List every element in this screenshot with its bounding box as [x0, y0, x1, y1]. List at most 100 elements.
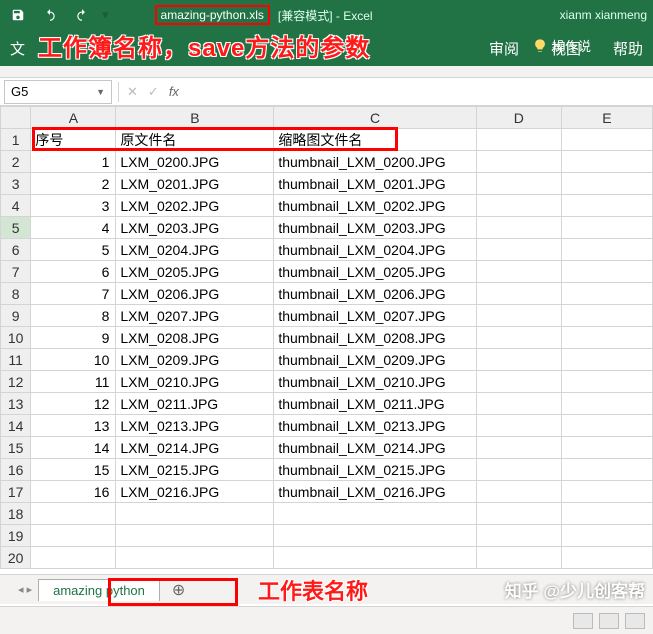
cell[interactable]: [31, 503, 116, 525]
cell[interactable]: [476, 393, 561, 415]
cell[interactable]: [476, 349, 561, 371]
row-header[interactable]: 1: [1, 129, 31, 151]
cell[interactable]: 13: [31, 415, 116, 437]
user-name[interactable]: xianm xianmeng: [560, 8, 647, 22]
cell[interactable]: [561, 305, 652, 327]
cell[interactable]: [561, 327, 652, 349]
cancel-icon[interactable]: ✕: [127, 84, 138, 100]
cell[interactable]: [476, 481, 561, 503]
cell[interactable]: [476, 195, 561, 217]
row-header[interactable]: 8: [1, 283, 31, 305]
row-header[interactable]: 20: [1, 547, 31, 569]
col-header-A[interactable]: A: [31, 107, 116, 129]
cell[interactable]: thumbnail_LXM_0214.JPG: [274, 437, 476, 459]
cell[interactable]: 10: [31, 349, 116, 371]
row-header[interactable]: 18: [1, 503, 31, 525]
col-header-D[interactable]: D: [476, 107, 561, 129]
cell[interactable]: [274, 525, 476, 547]
cell[interactable]: [561, 261, 652, 283]
cell[interactable]: [561, 173, 652, 195]
cell[interactable]: [476, 217, 561, 239]
cell[interactable]: LXM_0205.JPG: [116, 261, 274, 283]
tab-review[interactable]: 审阅: [489, 38, 519, 59]
cell[interactable]: 3: [31, 195, 116, 217]
cell[interactable]: [476, 327, 561, 349]
cell[interactable]: thumbnail_LXM_0203.JPG: [274, 217, 476, 239]
row-header[interactable]: 15: [1, 437, 31, 459]
cell[interactable]: [476, 547, 561, 569]
row-header[interactable]: 16: [1, 459, 31, 481]
cell[interactable]: [561, 525, 652, 547]
row-header[interactable]: 9: [1, 305, 31, 327]
cell[interactable]: thumbnail_LXM_0202.JPG: [274, 195, 476, 217]
row-header[interactable]: 17: [1, 481, 31, 503]
view-break-icon[interactable]: [625, 613, 645, 629]
cell[interactable]: 原文件名: [116, 129, 274, 151]
cell[interactable]: [476, 305, 561, 327]
cell[interactable]: [561, 393, 652, 415]
cell[interactable]: [561, 217, 652, 239]
cell[interactable]: 12: [31, 393, 116, 415]
cell[interactable]: 15: [31, 459, 116, 481]
cell[interactable]: LXM_0201.JPG: [116, 173, 274, 195]
tellme-button[interactable]: 操作说: [532, 36, 591, 55]
cell[interactable]: 4: [31, 217, 116, 239]
cell[interactable]: LXM_0208.JPG: [116, 327, 274, 349]
new-sheet-icon[interactable]: ⊕: [166, 580, 191, 600]
cell[interactable]: [476, 525, 561, 547]
spreadsheet-grid[interactable]: A B C D E 1序号原文件名缩略图文件名21LXM_0200.JPGthu…: [0, 106, 653, 569]
cell[interactable]: thumbnail_LXM_0210.JPG: [274, 371, 476, 393]
cell[interactable]: 7: [31, 283, 116, 305]
cell[interactable]: [476, 261, 561, 283]
row-header[interactable]: 11: [1, 349, 31, 371]
cell[interactable]: [561, 283, 652, 305]
cell[interactable]: thumbnail_LXM_0215.JPG: [274, 459, 476, 481]
cell[interactable]: [561, 437, 652, 459]
tab-help[interactable]: 帮助: [613, 38, 643, 59]
cell[interactable]: [31, 525, 116, 547]
cell[interactable]: [274, 547, 476, 569]
view-page-icon[interactable]: [599, 613, 619, 629]
save-icon[interactable]: [6, 3, 30, 27]
cell[interactable]: [116, 525, 274, 547]
cell[interactable]: 14: [31, 437, 116, 459]
row-header[interactable]: 13: [1, 393, 31, 415]
cell[interactable]: thumbnail_LXM_0208.JPG: [274, 327, 476, 349]
cell[interactable]: [274, 503, 476, 525]
sheet-nav[interactable]: ◂ ▸: [18, 583, 32, 596]
cell[interactable]: LXM_0210.JPG: [116, 371, 274, 393]
cell[interactable]: [476, 503, 561, 525]
name-box[interactable]: G5 ▼: [4, 80, 112, 104]
cell[interactable]: thumbnail_LXM_0216.JPG: [274, 481, 476, 503]
cell[interactable]: [561, 195, 652, 217]
col-header-C[interactable]: C: [274, 107, 476, 129]
cell[interactable]: 5: [31, 239, 116, 261]
cell[interactable]: 1: [31, 151, 116, 173]
cell[interactable]: [561, 371, 652, 393]
select-all-corner[interactable]: [1, 107, 31, 129]
cell[interactable]: [561, 349, 652, 371]
cell[interactable]: LXM_0202.JPG: [116, 195, 274, 217]
cell[interactable]: [476, 415, 561, 437]
row-header[interactable]: 14: [1, 415, 31, 437]
cell[interactable]: [476, 371, 561, 393]
cell[interactable]: [476, 283, 561, 305]
sheet-tab-active[interactable]: amazing python: [38, 579, 160, 601]
enter-icon[interactable]: ✓: [148, 84, 159, 100]
col-header-B[interactable]: B: [116, 107, 274, 129]
cell[interactable]: [31, 547, 116, 569]
cell[interactable]: [561, 415, 652, 437]
row-header[interactable]: 7: [1, 261, 31, 283]
cell[interactable]: 9: [31, 327, 116, 349]
cell[interactable]: 6: [31, 261, 116, 283]
cell[interactable]: thumbnail_LXM_0213.JPG: [274, 415, 476, 437]
cell[interactable]: 缩略图文件名: [274, 129, 476, 151]
cell[interactable]: LXM_0216.JPG: [116, 481, 274, 503]
cell[interactable]: 8: [31, 305, 116, 327]
row-header[interactable]: 12: [1, 371, 31, 393]
cell[interactable]: LXM_0206.JPG: [116, 283, 274, 305]
tab-file[interactable]: 文: [10, 38, 25, 59]
cell[interactable]: thumbnail_LXM_0206.JPG: [274, 283, 476, 305]
cell[interactable]: LXM_0204.JPG: [116, 239, 274, 261]
view-normal-icon[interactable]: [573, 613, 593, 629]
